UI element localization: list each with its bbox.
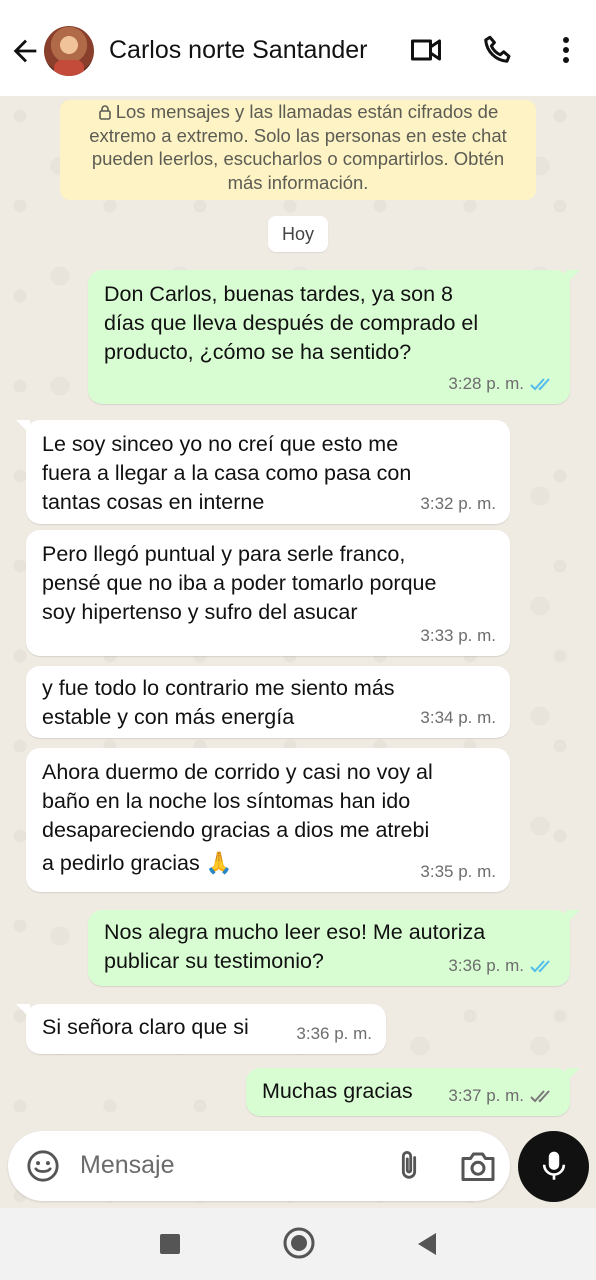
- phone-icon[interactable]: [480, 32, 516, 68]
- message-input[interactable]: Mensaje: [80, 1151, 175, 1180]
- message-bubble-incoming[interactable]: Si señora claro que si 3:36 p. m.: [16, 1004, 386, 1054]
- contact-name[interactable]: Carlos norte Santander: [109, 36, 367, 65]
- avatar[interactable]: [44, 26, 94, 76]
- message-time: 3:32 p. m.: [420, 494, 496, 513]
- message-text: y fue todo lo contrario me siento más es…: [42, 676, 395, 729]
- message-text: Si señora claro que si: [42, 1015, 249, 1039]
- notice-line: extremo a extremo. Solo las personas en …: [89, 124, 507, 146]
- message-time: 3:36 p. m.: [448, 956, 524, 975]
- message-meta: 3:32 p. m.: [420, 489, 496, 518]
- microphone-icon: [542, 1151, 566, 1180]
- message-text: Ahora duermo de corrido y casi no voy al…: [42, 760, 433, 875]
- double-check-read-icon: [530, 377, 550, 390]
- notice-line: más información.: [227, 171, 369, 193]
- chat-area[interactable]: Los mensajes y las llamadas están cifrad…: [0, 96, 596, 1208]
- chat-header: Carlos norte Santander: [0, 0, 596, 96]
- video-call-icon[interactable]: [408, 32, 444, 68]
- message-bubble-incoming[interactable]: y fue todo lo contrario me siento más es…: [26, 666, 510, 738]
- message-bubble-outgoing[interactable]: Muchas gracias 3:37 p. m.: [246, 1068, 580, 1116]
- recent-apps-icon[interactable]: [156, 1230, 184, 1258]
- voice-message-button[interactable]: [518, 1131, 589, 1202]
- notice-line: pueden leerlos, escucharlos o compartirl…: [91, 148, 505, 169]
- message-bubble-incoming[interactable]: Pero llegó puntual y para serle franco, …: [26, 530, 510, 656]
- camera-icon[interactable]: [460, 1149, 496, 1183]
- message-meta: 3:36 p. m.: [296, 1019, 372, 1048]
- message-meta: 3:34 p. m.: [420, 703, 496, 732]
- encryption-notice[interactable]: Los mensajes y las llamadas están cifrad…: [60, 100, 536, 200]
- double-check-delivered-icon: [530, 1089, 550, 1102]
- back-nav-icon[interactable]: [414, 1230, 442, 1258]
- back-arrow-icon[interactable]: [8, 34, 42, 68]
- message-text: Le soy sinceo yo no creí que esto me fue…: [42, 432, 412, 514]
- double-check-read-icon: [530, 959, 550, 972]
- attach-clip-icon[interactable]: [394, 1149, 424, 1183]
- message-time: 3:37 p. m.: [448, 1086, 524, 1105]
- message-text: Nos alegra mucho leer eso! Me autoriza p…: [104, 920, 486, 973]
- message-meta: 3:33 p. m.: [420, 621, 496, 650]
- message-meta: 3:28 p. m.: [448, 369, 556, 398]
- message-meta: 3:36 p. m.: [448, 951, 556, 980]
- message-composer[interactable]: Mensaje: [8, 1131, 510, 1201]
- message-bubble-outgoing[interactable]: Don Carlos, buenas tardes, ya son 8 días…: [88, 270, 580, 404]
- date-separator: Hoy: [268, 216, 328, 252]
- message-time: 3:28 p. m.: [448, 374, 524, 393]
- message-bubble-incoming[interactable]: Ahora duermo de corrido y casi no voy al…: [26, 748, 510, 892]
- message-time: 3:36 p. m.: [296, 1024, 372, 1043]
- message-text: Pero llegó puntual y para serle franco, …: [42, 542, 437, 624]
- system-navigation-bar: [0, 1208, 596, 1280]
- message-time: 3:34 p. m.: [420, 708, 496, 727]
- message-text: Muchas gracias: [262, 1079, 413, 1103]
- notice-line: Los mensajes y las llamadas están cifrad…: [70, 100, 526, 124]
- message-bubble-outgoing[interactable]: Nos alegra mucho leer eso! Me autoriza p…: [88, 910, 580, 986]
- emoji-icon[interactable]: [26, 1149, 60, 1183]
- message-time: 3:33 p. m.: [420, 626, 496, 645]
- message-bubble-incoming[interactable]: Le soy sinceo yo no creí que esto me fue…: [16, 420, 510, 524]
- message-text: Don Carlos, buenas tardes, ya son 8 días…: [104, 282, 479, 364]
- lock-icon: [98, 105, 111, 120]
- message-time: 3:35 p. m.: [420, 862, 496, 881]
- home-icon[interactable]: [282, 1226, 316, 1260]
- message-meta: 3:37 p. m.: [448, 1081, 556, 1110]
- message-meta: 3:35 p. m.: [420, 857, 496, 886]
- more-menu-icon[interactable]: [548, 32, 584, 68]
